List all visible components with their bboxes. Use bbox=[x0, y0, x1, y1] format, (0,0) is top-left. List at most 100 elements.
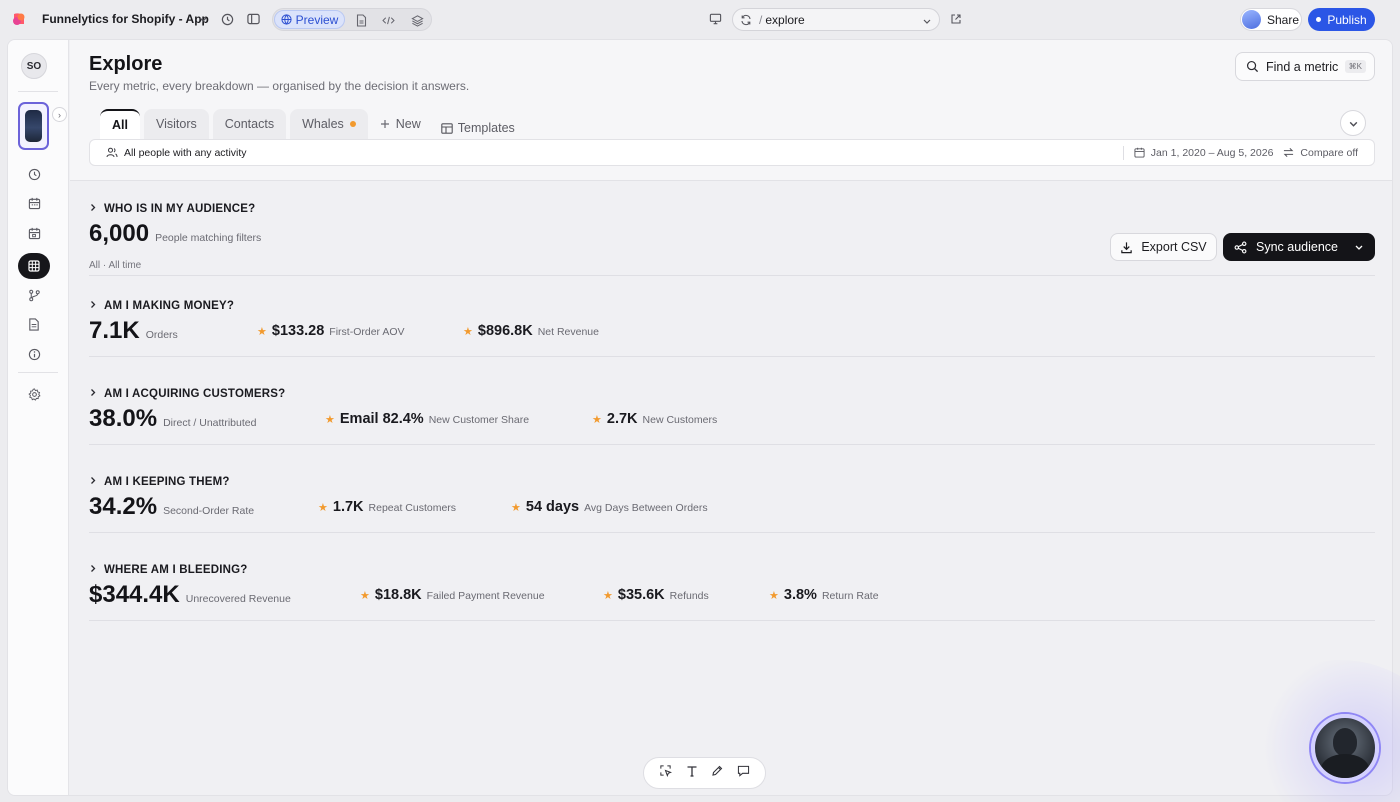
store-switcher[interactable] bbox=[18, 102, 49, 150]
calendar-icon bbox=[28, 197, 40, 209]
secondary-metric[interactable]: ★ $35.6K Refunds bbox=[603, 587, 709, 603]
section-keeping: AM I KEEPING THEM? 34.2% Second-Order Ra… bbox=[89, 476, 1375, 533]
metric-value: $18.8K bbox=[374, 587, 422, 603]
date-range-picker[interactable]: Jan 1, 2020 – Aug 5, 2026 bbox=[1134, 147, 1273, 159]
secondary-metric[interactable]: ★ 1.7K Repeat Customers bbox=[318, 499, 456, 515]
text-tool-icon[interactable] bbox=[686, 764, 698, 782]
page-subtitle: Every metric, every breakdown — organise… bbox=[89, 79, 470, 93]
primary-metric[interactable]: $344.4K Unrecovered Revenue bbox=[89, 581, 291, 609]
history-icon[interactable] bbox=[218, 10, 236, 28]
segment-tabs: All Visitors Contacts Whales New Templat… bbox=[100, 109, 527, 139]
section-heading[interactable]: WHERE AM I BLEEDING? bbox=[89, 564, 248, 576]
sidebar-item-flows[interactable] bbox=[26, 287, 42, 303]
url-bar[interactable]: / explore bbox=[732, 8, 940, 31]
secondary-metric[interactable]: ★ $896.8K Net Revenue bbox=[463, 323, 599, 339]
templates-button[interactable]: Templates bbox=[433, 109, 523, 139]
desktop-icon[interactable] bbox=[706, 10, 724, 28]
compare-label: Compare off bbox=[1300, 146, 1358, 159]
chevron-right-icon bbox=[89, 476, 101, 488]
metric-value: 2.7K bbox=[606, 411, 638, 427]
secondary-metric[interactable]: ★ 3.8% Return Rate bbox=[769, 587, 879, 603]
metric-label: Unrecovered Revenue bbox=[185, 593, 291, 605]
publish-button[interactable]: Publish bbox=[1308, 8, 1375, 31]
tab-all[interactable]: All bbox=[100, 109, 140, 139]
audience-scope: All · All time bbox=[89, 260, 142, 271]
collapse-header-button[interactable] bbox=[1340, 110, 1366, 136]
file-icon[interactable] bbox=[352, 11, 370, 29]
sidebar-expand-button[interactable]: › bbox=[52, 107, 67, 122]
workspace-avatar[interactable]: SO bbox=[21, 53, 47, 79]
layers-icon[interactable] bbox=[408, 11, 426, 29]
select-element-icon[interactable] bbox=[659, 764, 672, 782]
metric-value: 7.1K bbox=[89, 317, 140, 344]
chevron-down-icon bbox=[1349, 121, 1357, 127]
new-label: New bbox=[395, 117, 421, 131]
sidebar-item-settings[interactable] bbox=[26, 386, 42, 402]
pencil-icon[interactable] bbox=[711, 764, 723, 782]
primary-metric[interactable]: 6,000 People matching filters bbox=[89, 220, 261, 248]
metric-label: Repeat Customers bbox=[368, 502, 457, 514]
metric-value: 38.0% bbox=[89, 405, 158, 432]
secondary-metric[interactable]: ★ 54 days Avg Days Between Orders bbox=[511, 499, 708, 515]
section-heading[interactable]: WHO IS IN MY AUDIENCE? bbox=[89, 203, 255, 215]
find-metric-button[interactable]: Find a metric ⌘K bbox=[1235, 52, 1375, 81]
primary-metric[interactable]: 7.1K Orders bbox=[89, 317, 178, 345]
chevron-right-icon bbox=[89, 300, 101, 312]
people-filter[interactable]: All people with any activity bbox=[106, 147, 247, 159]
assistant-avatar-button[interactable] bbox=[1311, 714, 1379, 782]
star-icon: ★ bbox=[257, 326, 267, 338]
tab-contacts[interactable]: Contacts bbox=[212, 109, 287, 139]
sidebar-toggle-icon[interactable] bbox=[244, 10, 262, 28]
new-tab-button[interactable]: New bbox=[372, 109, 429, 139]
external-link-icon[interactable] bbox=[947, 10, 965, 28]
section-heading[interactable]: AM I MAKING MONEY? bbox=[89, 300, 234, 312]
secondary-metric[interactable]: ★ 2.7K New Customers bbox=[592, 411, 717, 427]
metric-value: $896.8K bbox=[477, 323, 533, 339]
templates-label: Templates bbox=[457, 121, 515, 135]
refresh-icon[interactable] bbox=[740, 14, 752, 26]
code-icon[interactable] bbox=[379, 11, 397, 29]
preview-mode-button[interactable]: Preview bbox=[274, 10, 345, 29]
metric-label: Direct / Unattributed bbox=[163, 417, 257, 429]
share-button[interactable]: Share bbox=[1240, 8, 1302, 31]
sync-audience-button[interactable]: Sync audience bbox=[1223, 233, 1375, 261]
star-icon: ★ bbox=[511, 502, 521, 514]
sidebar-item-schedule[interactable] bbox=[26, 225, 42, 241]
tab-label: Whales bbox=[302, 117, 344, 131]
tab-whales[interactable]: Whales bbox=[290, 109, 368, 139]
sidebar-item-calendar[interactable] bbox=[26, 195, 42, 211]
chevron-right-icon bbox=[89, 564, 101, 576]
url-slash: / bbox=[759, 12, 763, 27]
edit-toolbar bbox=[643, 757, 766, 789]
plus-icon bbox=[380, 120, 389, 128]
metric-label: Avg Days Between Orders bbox=[584, 502, 708, 514]
metric-label: First-Order AOV bbox=[329, 326, 405, 338]
primary-metric[interactable]: 34.2% Second-Order Rate bbox=[89, 493, 254, 521]
sidebar-item-recent[interactable] bbox=[26, 166, 42, 182]
grid-icon bbox=[28, 260, 40, 272]
export-csv-button[interactable]: Export CSV bbox=[1110, 233, 1217, 261]
comment-icon[interactable] bbox=[737, 764, 750, 782]
primary-metric[interactable]: 38.0% Direct / Unattributed bbox=[89, 405, 256, 433]
star-icon: ★ bbox=[463, 326, 473, 338]
section-heading[interactable]: AM I KEEPING THEM? bbox=[89, 476, 230, 488]
secondary-metric[interactable]: ★ $133.28 First-Order AOV bbox=[257, 323, 405, 339]
compare-toggle[interactable]: Compare off bbox=[1283, 147, 1358, 159]
secondary-metric[interactable]: ★ $18.8K Failed Payment Revenue bbox=[360, 587, 545, 603]
sidebar-item-explore[interactable] bbox=[18, 253, 50, 279]
tab-visitors[interactable]: Visitors bbox=[143, 109, 209, 139]
section-heading[interactable]: AM I ACQUIRING CUSTOMERS? bbox=[89, 388, 285, 400]
chevron-down-icon[interactable] bbox=[194, 10, 212, 28]
document-icon bbox=[29, 317, 39, 331]
secondary-metric[interactable]: ★ Email 82.4% New Customer Share bbox=[325, 411, 529, 427]
star-icon: ★ bbox=[603, 590, 613, 602]
chevron-down-icon[interactable] bbox=[922, 16, 932, 26]
star-icon: ★ bbox=[592, 414, 602, 426]
calendar-check-icon bbox=[28, 227, 40, 239]
tab-label: All bbox=[112, 118, 128, 132]
project-name[interactable]: Funnelytics for Shopify - App bbox=[42, 12, 209, 26]
sidebar-item-reports[interactable] bbox=[26, 316, 42, 332]
sidebar-item-info[interactable] bbox=[26, 346, 42, 362]
tab-label: Contacts bbox=[224, 117, 275, 131]
metric-label: Failed Payment Revenue bbox=[426, 590, 545, 602]
